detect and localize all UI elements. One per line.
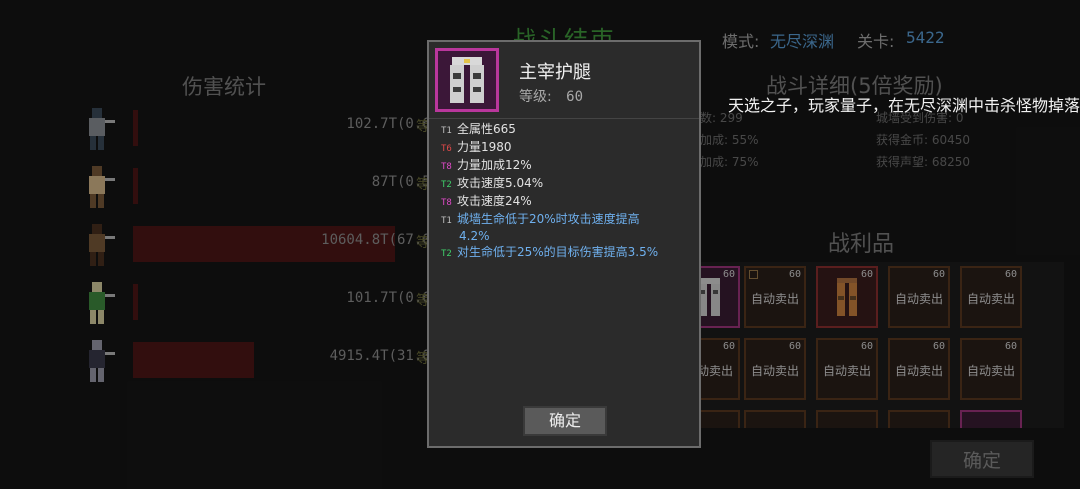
loot-level: 60 [788,269,801,280]
damage-row: 4915.4T(31.09%) 等 [70,336,456,384]
loot-level: 60 [722,269,735,280]
leggings-icon [435,48,499,112]
loot-item[interactable]: 60 [816,266,878,328]
item-detail-popup: 主宰护腿 等级: 60 T1 全属性665 T6 力量1980 T8 力量加成12% T2 攻… [427,40,701,448]
attribute-text: 力量加成12% [457,158,532,172]
damage-row: 102.7T(0.65%) 等 [70,104,456,152]
loot-item[interactable]: 60 自动卖出 [960,266,1022,328]
attribute-tier: T2 [441,180,452,190]
item-attribute: T8 力量加成12% [441,158,532,175]
auto-sell-label: 自动卖出 [750,292,799,306]
damage-bar [133,110,138,146]
mode-value: 无尽深渊 [770,32,835,51]
damage-bar [133,168,138,204]
item-attribute: T1 城墙生命低于20%时攻击速度提高 4.2% [441,212,640,244]
item-level-value: 60 [566,89,584,105]
auto-sell-label: 自动卖出 [822,364,871,378]
level-label: 关卡: [857,32,895,51]
auto-sell-label: 自动卖出 [966,364,1015,378]
item-attribute: T6 力量1980 [441,140,512,157]
loot-level: 60 [1004,269,1017,280]
attribute-text: 力量1980 [457,140,512,154]
knight-hero-icon [76,104,118,152]
auto-sell-label: 自动卖出 [966,292,1015,306]
archer-hero-icon [76,162,118,210]
loot-level: 60 [788,341,801,352]
item-level: 等级: 60 [519,86,583,106]
auto-sell-label: 自动卖出 [894,292,943,306]
damage-row: 10604.8T(67.07%) 等 [70,220,456,268]
auto-sell-label: 自动卖出 [894,364,943,378]
ranger-hero-icon [76,278,118,326]
item-attribute: T2 对生命低于25%的目标伤害提高3.5% [441,245,658,262]
attribute-tier: T2 [441,249,452,259]
stat-bonus-2: 加成: 75% [700,155,759,169]
loot-level: 60 [1004,341,1017,352]
stat-prestige: 获得声望: 68250 [876,155,971,169]
lock-icon [749,270,758,279]
attribute-text: 攻击速度24% [457,194,532,208]
damage-bar [133,284,138,320]
attribute-text: 全属性665 [457,122,516,136]
stat-gold: 获得金币: 60450 [876,133,971,147]
loot-level: 60 [860,269,873,280]
loot-item[interactable] [960,410,1022,428]
mage-hero-icon [76,336,118,384]
announcement-marquee: 天选之子，玩家量子，在无尽深渊中击杀怪物掉落 [728,96,1080,115]
level-value: 5422 [906,28,945,47]
item-attribute: T1 全属性665 [441,122,516,139]
loot-item[interactable]: 60 自动卖出 [888,266,950,328]
barbarian-hero-icon [76,220,118,268]
loot-item[interactable]: 60 自动卖出 [744,266,806,328]
loot-grid: 60 60 自动卖出 60 60 自动卖出 60 自动卖出 60 自动卖出 60 [692,262,1064,428]
popup-confirm-button[interactable]: 确定 [523,406,607,436]
loot-item[interactable]: 60 自动卖出 [960,338,1022,400]
loot-level: 60 [932,341,945,352]
item-attribute: T8 攻击速度24% [441,194,532,211]
item-name: 主宰护腿 [519,62,591,83]
loot-item[interactable]: 60 自动卖出 [816,338,878,400]
divider [429,118,699,119]
loot-item[interactable]: 60 自动卖出 [744,338,806,400]
mode-label: 模式: [722,32,760,51]
item-level-label: 等级: [519,89,552,105]
loot-item[interactable] [888,410,950,428]
attribute-text-cont: 4.2% [459,229,490,243]
attribute-tier: T8 [441,162,452,172]
loot-title: 战利品 [828,232,895,257]
loot-item[interactable]: 60 自动卖出 [888,338,950,400]
stat-bonus-1: 加成: 55% [700,133,759,147]
item-attribute: T2 攻击速度5.04% [441,176,543,193]
armor-leggings-icon [832,276,862,320]
main-confirm-button[interactable]: 确定 [930,440,1034,478]
attribute-text: 对生命低于25%的目标伤害提高3.5% [457,245,659,259]
attribute-tier: T6 [441,144,452,154]
damage-stats-title: 伤害统计 [182,75,266,99]
attribute-text: 攻击速度5.04% [457,176,544,190]
auto-sell-label: 自动卖出 [750,364,799,378]
attribute-tier: T1 [441,126,452,136]
damage-row: 87T(0.55%) 等 [70,162,456,210]
loot-item[interactable] [744,410,806,428]
loot-item[interactable] [816,410,878,428]
attribute-tier: T1 [441,216,452,226]
loot-level: 60 [860,341,873,352]
attribute-tier: T8 [441,198,452,208]
loot-level: 60 [722,341,735,352]
loot-level: 60 [932,269,945,280]
attribute-text: 城墙生命低于20%时攻击速度提高 [457,212,640,226]
damage-row: 101.7T(0.64%) 等 [70,278,456,326]
